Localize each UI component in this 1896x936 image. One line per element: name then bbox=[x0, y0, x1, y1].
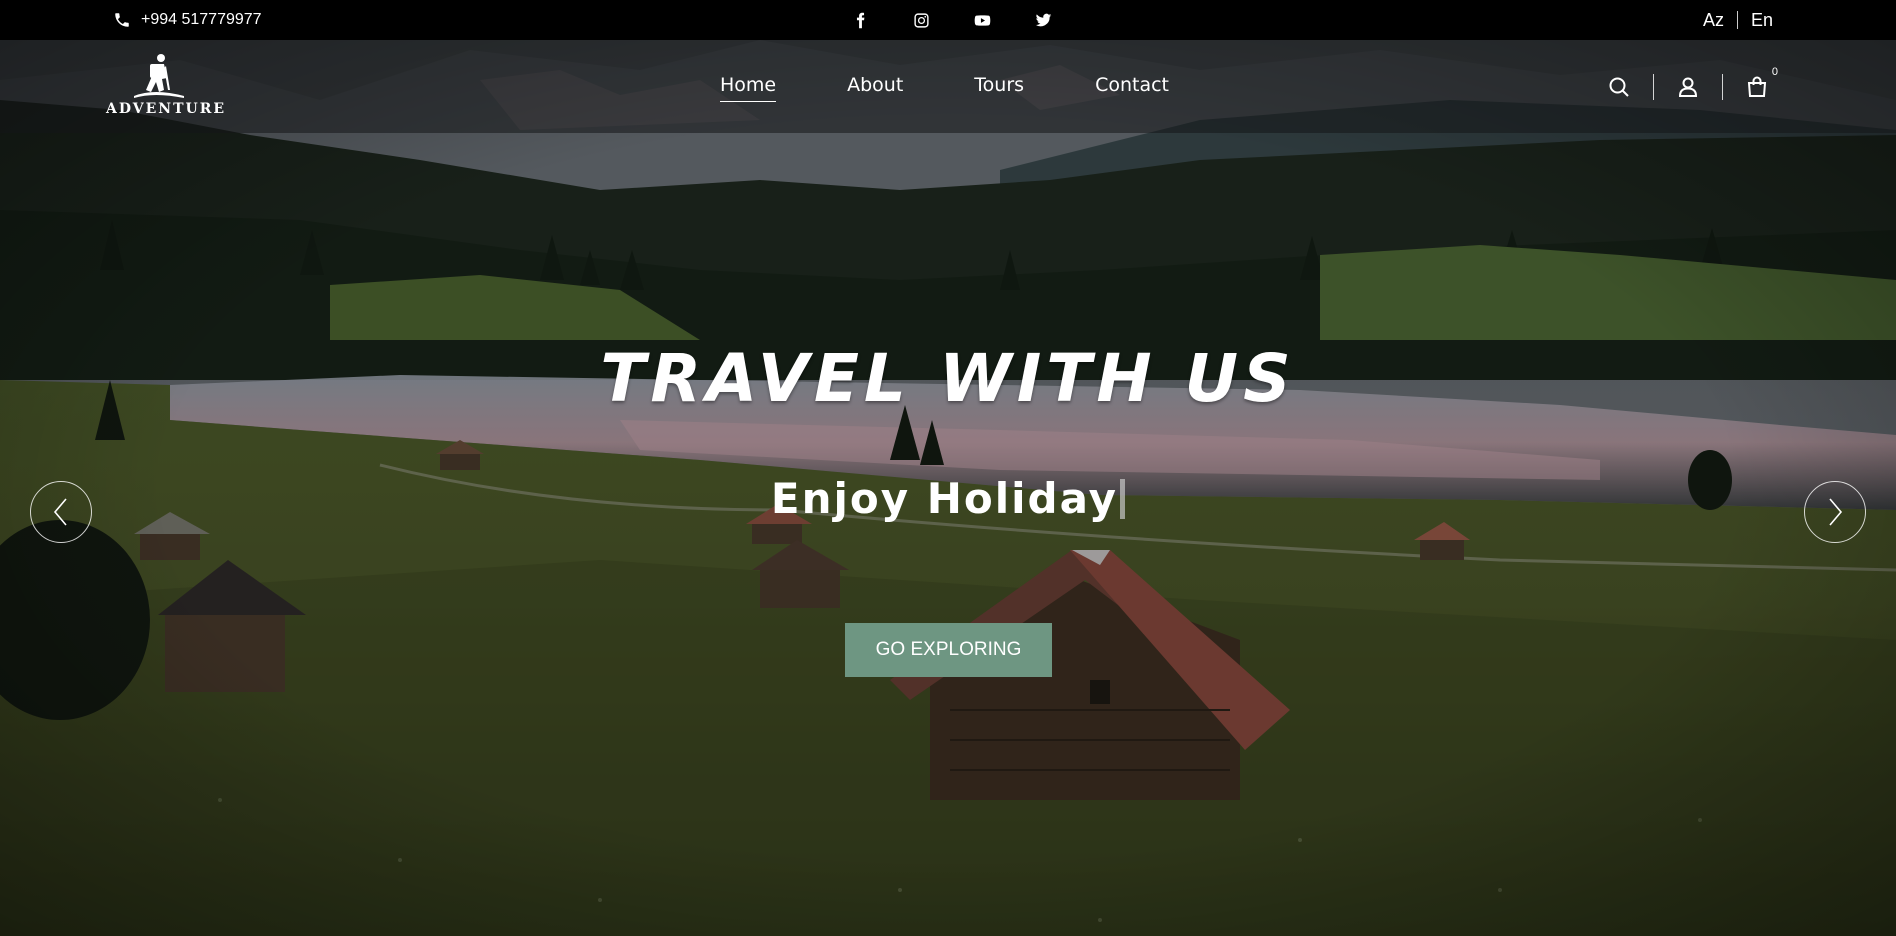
youtube-icon bbox=[974, 14, 991, 26]
search-icon bbox=[1609, 77, 1629, 97]
chevron-right-icon bbox=[1829, 498, 1843, 526]
instagram-icon bbox=[914, 12, 929, 28]
nav-tours[interactable]: Tours bbox=[974, 74, 1024, 100]
nav-contact[interactable]: Contact bbox=[1095, 74, 1169, 100]
cart-count-badge: 0 bbox=[1771, 65, 1778, 78]
search-button[interactable] bbox=[1604, 72, 1634, 102]
twitter-icon bbox=[1035, 13, 1052, 26]
social-links bbox=[830, 0, 1074, 40]
language-switcher: Az En bbox=[1703, 0, 1773, 40]
hero-title: TRAVEL WITH US bbox=[600, 340, 1296, 417]
shopping-bag-icon bbox=[1747, 76, 1767, 97]
lang-az[interactable]: Az bbox=[1703, 10, 1724, 31]
slider-next-button[interactable] bbox=[1804, 481, 1866, 543]
account-button[interactable] bbox=[1673, 72, 1703, 102]
tool-divider bbox=[1722, 73, 1723, 100]
twitter-link[interactable] bbox=[1013, 0, 1074, 40]
logo-text: ADVENTURE bbox=[106, 101, 227, 117]
top-bar: +994 517779977 Az En bbox=[0, 0, 1896, 40]
lang-divider bbox=[1737, 11, 1739, 29]
phone-icon bbox=[115, 13, 129, 27]
primary-nav: Home About Tours Contact bbox=[720, 40, 1240, 133]
user-icon bbox=[1678, 77, 1698, 97]
nav-home[interactable]: Home bbox=[720, 74, 777, 102]
tool-divider bbox=[1653, 73, 1654, 100]
header-tools: 0 bbox=[1604, 40, 1778, 133]
nav-about[interactable]: About bbox=[847, 74, 903, 100]
instagram-link[interactable] bbox=[891, 0, 952, 40]
youtube-link[interactable] bbox=[952, 0, 1013, 40]
chevron-left-icon bbox=[53, 498, 67, 526]
phone-number: +994 517779977 bbox=[141, 11, 262, 28]
slider-prev-button[interactable] bbox=[30, 481, 92, 543]
hero-subtitle-wrap: Enjoy Holiday bbox=[0, 474, 1896, 523]
phone-contact[interactable]: +994 517779977 bbox=[113, 0, 262, 40]
facebook-link[interactable] bbox=[830, 0, 891, 40]
go-exploring-button[interactable]: GO EXPLORING bbox=[845, 623, 1052, 677]
hero-subtitle: Enjoy Holiday bbox=[770, 474, 1119, 523]
cart-button[interactable]: 0 bbox=[1742, 66, 1778, 102]
typing-cursor bbox=[1120, 479, 1126, 519]
facebook-icon bbox=[856, 12, 865, 28]
lang-en[interactable]: En bbox=[1751, 10, 1773, 31]
main-navbar: ADVENTURE Home About Tours Contact 0 bbox=[0, 40, 1896, 133]
